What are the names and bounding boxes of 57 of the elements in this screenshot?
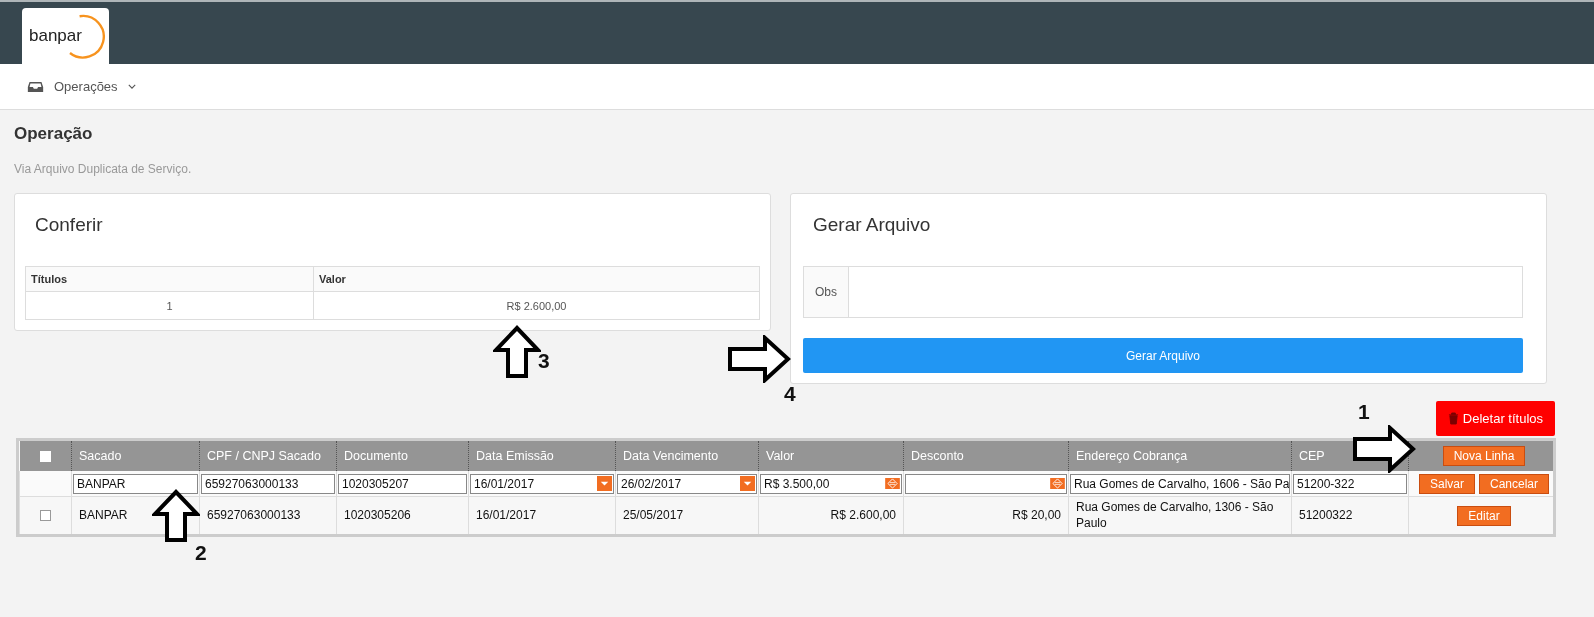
callout-number: 3 [538, 350, 550, 371]
spinner-icon[interactable] [1050, 478, 1065, 489]
obs-label: Obs [803, 266, 849, 318]
column-header[interactable]: Desconto [911, 449, 964, 463]
inbox-icon [27, 80, 44, 93]
column-header[interactable]: Endereço Cobrança [1076, 449, 1188, 463]
column-header[interactable]: Sacado [79, 449, 122, 463]
table-cell: Rua Gomes de Carvalho, 1306 - São Paulo [1068, 496, 1292, 534]
date-field[interactable]: 16/01/2017 [470, 473, 614, 494]
page-title: Operação [14, 124, 94, 144]
spinner-icon[interactable] [885, 478, 900, 489]
text-field[interactable]: 1020305207 [338, 473, 467, 494]
card-title: Gerar Arquivo [812, 213, 932, 237]
column-header[interactable]: Valor [766, 449, 795, 463]
callout-number: 2 [195, 542, 207, 563]
column-header[interactable]: CEP [1299, 449, 1325, 463]
save-button[interactable]: Salvar [1418, 473, 1475, 494]
row-checkbox[interactable] [40, 510, 51, 522]
dropdown-icon[interactable] [740, 476, 755, 491]
table-cell: R$ 20,00 [903, 496, 1069, 534]
table-cell: 51200322 [1291, 496, 1409, 534]
select-all-checkbox[interactable] [39, 451, 51, 463]
trash-icon [1447, 412, 1459, 425]
column-header[interactable]: Documento [344, 449, 408, 463]
column-header: Títulos [25, 266, 314, 292]
table-cell: R$ 2.600,00 [313, 291, 760, 320]
column-header[interactable]: Data Emissão [476, 449, 554, 463]
table-cell: 1020305206 [336, 496, 469, 534]
text-field[interactable]: 65927063000133 [201, 473, 335, 494]
nav-menu[interactable]: Operações [27, 79, 136, 94]
callout-number: 4 [784, 383, 796, 404]
number-field[interactable]: R$ 3.500,00 [760, 473, 902, 494]
text-field[interactable]: 51200-322 [1293, 473, 1407, 494]
column-header[interactable]: Data Vencimento [623, 449, 719, 463]
delete-button[interactable]: Deletar títulos [1435, 401, 1555, 436]
table-cell: 16/01/2017 [468, 496, 616, 534]
card-title: Conferir [34, 213, 104, 237]
text-field[interactable]: Rua Gomes de Carvalho, 1606 - São Pa [1070, 473, 1290, 494]
table-cell: 1 [25, 291, 314, 320]
generate-file-button[interactable]: Gerar Arquivo [803, 338, 1523, 373]
logo[interactable]: banpar [22, 8, 109, 64]
table-cell: R$ 2.600,00 [758, 496, 904, 534]
edit-button[interactable]: Editar [1457, 505, 1511, 526]
text-field[interactable]: BANPAR [73, 473, 198, 494]
obs-field[interactable] [849, 266, 1523, 318]
chevron-icon [127, 84, 136, 89]
callout-number: 1 [1358, 401, 1370, 422]
column-header: Valor [313, 266, 760, 292]
number-field[interactable] [905, 473, 1067, 494]
date-field[interactable]: 26/02/2017 [617, 473, 757, 494]
cancel-button[interactable]: Cancelar [1479, 473, 1549, 494]
logo-text: banpar [29, 26, 82, 46]
table-cell: 25/05/2017 [615, 496, 759, 534]
column-header[interactable]: CPF / CNPJ Sacado [207, 449, 321, 463]
new-row-button[interactable]: Nova Linha [1442, 446, 1526, 466]
page-subtitle: Via Arquivo Duplicata de Serviço. [14, 162, 193, 176]
dropdown-icon[interactable] [597, 476, 612, 491]
